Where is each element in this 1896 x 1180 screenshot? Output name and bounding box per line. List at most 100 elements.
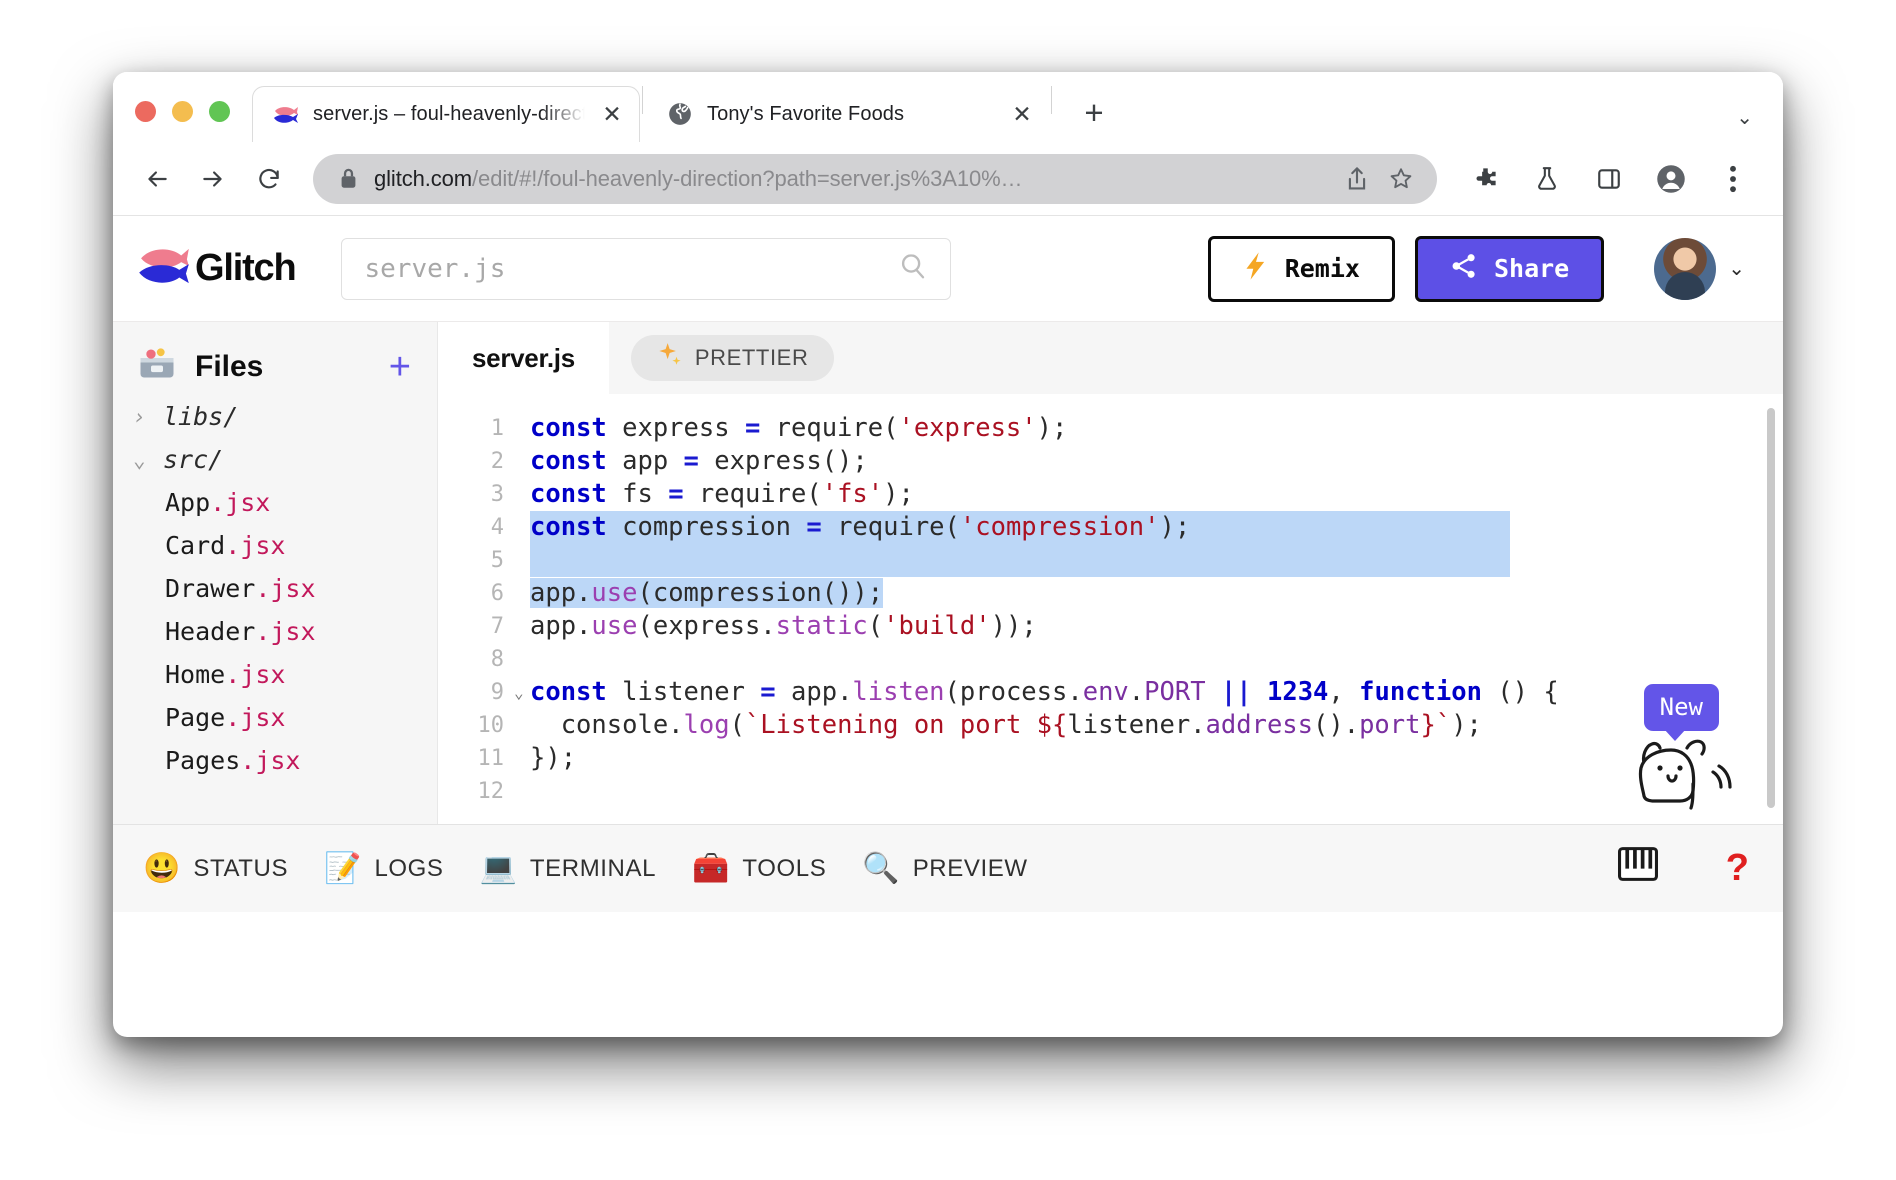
- memo-icon: 📝: [324, 851, 362, 885]
- close-icon[interactable]: ✕: [1009, 101, 1035, 127]
- line-number: 1: [490, 416, 504, 441]
- file-basename: Drawer: [165, 574, 256, 603]
- sparkles-icon: [657, 342, 683, 374]
- file-basename: Header: [165, 617, 256, 646]
- footer-item-label: STATUS: [193, 854, 289, 882]
- side-panel-icon[interactable]: [1583, 153, 1635, 205]
- browser-tab-title: server.js – foul-heavenly-direction: [313, 103, 585, 125]
- screenshot-root: server.js – foul-heavenly-direction ✕ To…: [0, 0, 1896, 1180]
- prettier-label: PRETTIER: [694, 345, 809, 370]
- star-icon[interactable]: [1379, 166, 1423, 192]
- browser-tab-title: Tony's Favorite Foods: [707, 102, 905, 125]
- browser-tab-server-js[interactable]: server.js – foul-heavenly-direction ✕: [252, 86, 640, 142]
- address-bar[interactable]: glitch.com/edit/#!/foul-heavenly-directi…: [313, 153, 1437, 204]
- code-line-text: const app = express();: [530, 446, 868, 476]
- close-icon[interactable]: ✕: [599, 102, 625, 128]
- footer-item-terminal[interactable]: 💻 TERMINAL: [480, 853, 657, 884]
- glitch-logo[interactable]: Glitch: [137, 245, 297, 292]
- file-extension: .jsx: [240, 746, 301, 775]
- code-line: 11 });: [438, 742, 1783, 775]
- sidebar-file-pages[interactable]: Pages.jsx: [113, 739, 437, 782]
- smiley-face-icon: 😃: [143, 851, 181, 885]
- line-number: 10: [477, 713, 505, 738]
- sidebar-file-drawer[interactable]: Drawer.jsx: [113, 567, 437, 610]
- files-sidebar: Files + › libs/ ⌄ src/ App.jsx Card.jsx …: [113, 322, 438, 824]
- glitch-fish-icon: [137, 245, 191, 292]
- code-line: 1 const express = require('express');: [438, 412, 1783, 445]
- chevron-down-icon: ⌄: [133, 447, 146, 472]
- back-icon[interactable]: [131, 153, 183, 205]
- add-file-button[interactable]: +: [389, 348, 411, 386]
- app-body: Files + › libs/ ⌄ src/ App.jsx Card.jsx …: [113, 322, 1783, 824]
- editor-tab-server-js[interactable]: server.js: [438, 322, 609, 394]
- sidebar-file-header[interactable]: Header.jsx: [113, 610, 437, 653]
- footer-item-preview[interactable]: 🔍 PREVIEW: [862, 851, 1027, 885]
- share-button[interactable]: Share: [1414, 235, 1605, 302]
- file-basename: Card: [165, 531, 226, 560]
- app-header: Glitch server.js Remix Share ⌄: [113, 216, 1783, 322]
- experiments-flask-icon[interactable]: [1521, 153, 1573, 205]
- sidebar-folder-libs[interactable]: › libs/: [113, 395, 437, 438]
- file-basename: Pages: [165, 746, 241, 775]
- glitch-fish-icon: [273, 104, 299, 126]
- footer-item-logs[interactable]: 📝 LOGS: [324, 851, 443, 885]
- code-line-text: const compression = require('compression…: [530, 511, 1783, 544]
- forward-icon[interactable]: [187, 153, 239, 205]
- sidebar-file-page[interactable]: Page.jsx: [113, 696, 437, 739]
- remix-button[interactable]: Remix: [1207, 235, 1395, 302]
- code-editor[interactable]: 1 const express = require('express'); 2 …: [438, 394, 1783, 824]
- tab-divider: [1051, 86, 1052, 114]
- footer-item-label: TOOLS: [742, 854, 827, 882]
- window-traffic-lights: [135, 101, 230, 142]
- sidebar-file-home[interactable]: Home.jsx: [113, 653, 437, 696]
- new-tab-button[interactable]: +: [1072, 90, 1116, 134]
- close-window-button[interactable]: [135, 101, 156, 122]
- prettier-button[interactable]: PRETTIER: [630, 335, 835, 381]
- extensions-puzzle-icon[interactable]: [1459, 153, 1511, 205]
- share-icon[interactable]: [1335, 166, 1379, 192]
- editor-pane: server.js PRETTIER 1 const express = req…: [438, 322, 1783, 824]
- tab-divider: [642, 86, 643, 114]
- chevron-down-icon[interactable]: ⌄: [1736, 105, 1753, 130]
- sidebar-file-app[interactable]: App.jsx: [113, 481, 437, 524]
- file-basename: Home: [165, 660, 226, 689]
- editor-scrollbar[interactable]: [1767, 408, 1775, 808]
- search-input-value: server.js: [364, 253, 506, 284]
- footer-item-tools[interactable]: 🧰 TOOLS: [692, 853, 827, 884]
- code-line: 12: [438, 775, 1783, 808]
- browser-window: server.js – foul-heavenly-direction ✕ To…: [113, 72, 1783, 1037]
- line-number: 9: [490, 680, 504, 705]
- code-line-text: app.use(compression());: [530, 578, 884, 608]
- piano-keys-icon[interactable]: [1617, 846, 1658, 891]
- line-number: 12: [477, 779, 505, 804]
- account-menu[interactable]: ⌄: [1654, 237, 1745, 300]
- remix-button-label: Remix: [1284, 254, 1360, 283]
- new-feature-mascot[interactable]: New: [1627, 684, 1747, 824]
- magnifying-glass-icon: 🔍: [862, 851, 900, 885]
- sidebar-file-card[interactable]: Card.jsx: [113, 524, 437, 567]
- line-number: 8: [490, 647, 504, 672]
- search-input[interactable]: server.js: [341, 237, 952, 300]
- sidebar-folder-src[interactable]: ⌄ src/: [113, 438, 437, 481]
- file-extension: .jsx: [255, 617, 316, 646]
- browser-tab-tonys-favorite-foods[interactable]: Tony's Favorite Foods ✕: [649, 86, 1049, 142]
- overflow-menu-icon[interactable]: [1707, 153, 1759, 205]
- fold-gutter[interactable]: ⌄: [514, 676, 530, 709]
- lock-icon: [339, 167, 358, 190]
- code-line: 2 const app = express();: [438, 445, 1783, 478]
- profile-avatar-icon[interactable]: [1645, 153, 1697, 205]
- url-path: /edit/#!/foul-heavenly-direction?path=se…: [472, 165, 1023, 191]
- avatar: [1654, 237, 1717, 300]
- browser-tab-strip: server.js – foul-heavenly-direction ✕ To…: [113, 72, 1783, 142]
- lightning-bolt-icon: [1243, 251, 1269, 287]
- zoom-window-button[interactable]: [209, 101, 230, 122]
- file-extension: .jsx: [210, 488, 271, 517]
- footer-item-status[interactable]: 😃 STATUS: [143, 851, 289, 885]
- file-extension: .jsx: [225, 660, 286, 689]
- line-number: 3: [490, 482, 504, 507]
- help-button[interactable]: ?: [1726, 847, 1749, 890]
- toolbox-icon: [137, 346, 177, 387]
- minimize-window-button[interactable]: [172, 101, 193, 122]
- reload-icon[interactable]: [243, 153, 295, 205]
